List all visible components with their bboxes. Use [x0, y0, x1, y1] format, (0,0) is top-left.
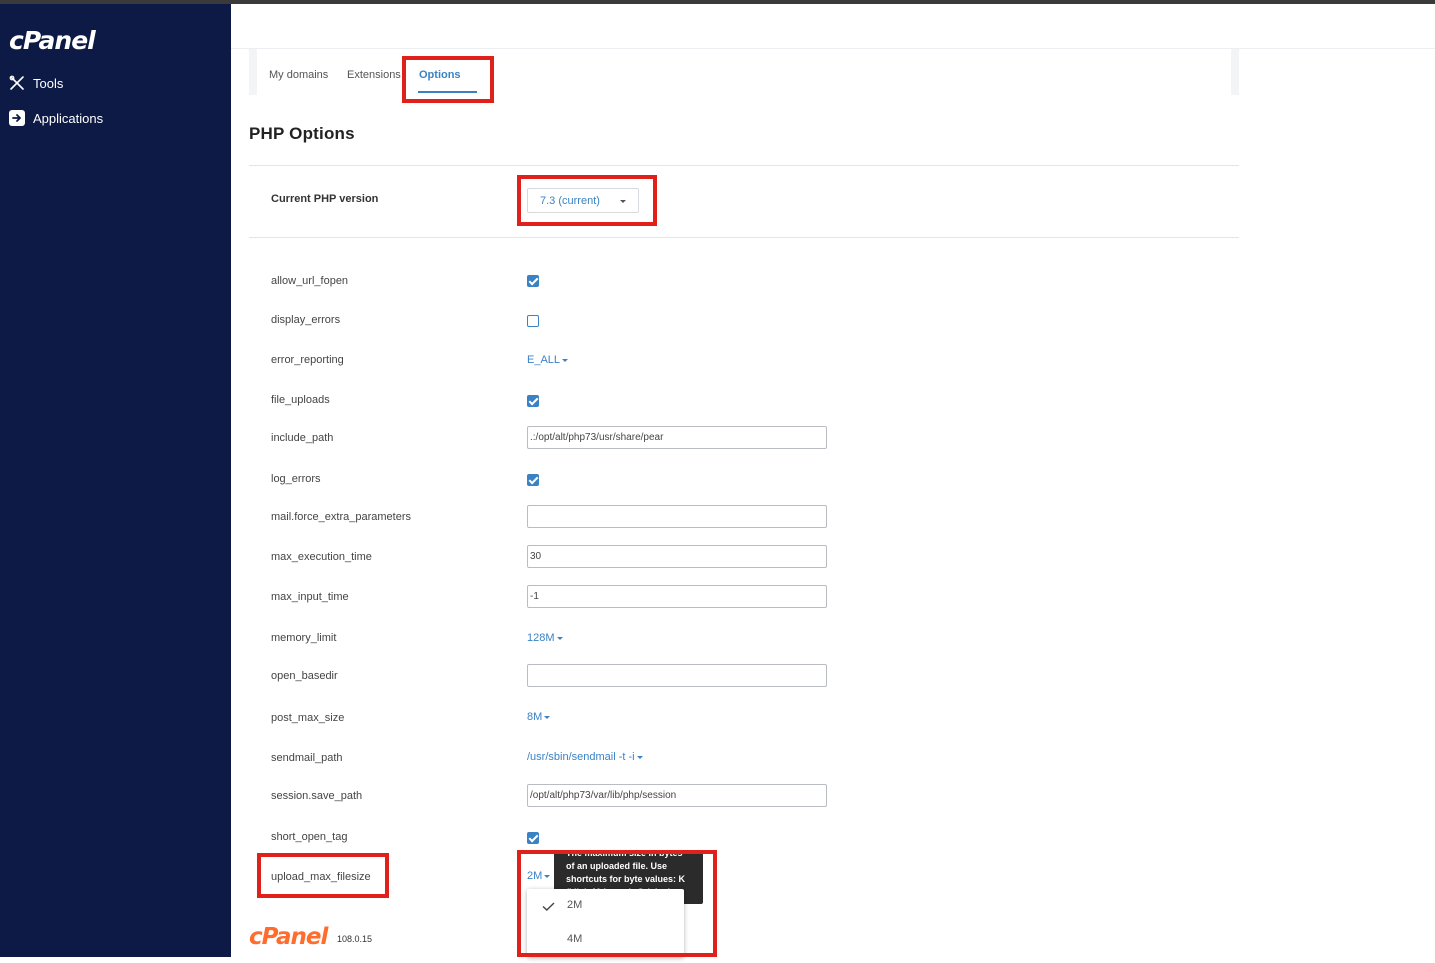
open-basedir-input[interactable] [527, 664, 827, 687]
caret-down-icon [544, 715, 551, 719]
memory-limit-dropdown[interactable]: 128M [527, 632, 563, 644]
sidebar-item-tools[interactable]: Tools [8, 72, 63, 94]
divider [249, 165, 1239, 166]
menu-item-label: 2M [567, 899, 583, 911]
applications-icon [8, 109, 26, 127]
dropdown-value: E_ALL [527, 354, 561, 366]
option-label: display_errors [271, 314, 341, 326]
sidebar-item-label: Tools [33, 75, 64, 91]
option-label: include_path [271, 432, 334, 444]
option-label: upload_max_filesize [271, 871, 371, 883]
tools-icon [8, 74, 26, 92]
caret-down-icon [636, 755, 643, 759]
dropdown-value: 128M [527, 632, 555, 644]
allow-url-fopen-checkbox[interactable] [527, 275, 539, 287]
option-label: sendmail_path [271, 752, 343, 764]
active-tab-indicator [418, 91, 477, 93]
tab-my-domains[interactable]: My domains [269, 69, 328, 81]
max-execution-time-input[interactable] [527, 545, 827, 568]
php-version-select[interactable]: 7.3 (current) [527, 188, 639, 213]
option-label: post_max_size [271, 712, 345, 724]
divider [249, 237, 1239, 238]
mail-force-extra-parameters-input[interactable] [527, 505, 827, 528]
sidebar-item-applications[interactable]: Applications [8, 107, 103, 129]
dropdown-value: 2M [527, 870, 543, 882]
option-label: allow_url_fopen [271, 275, 349, 287]
post-max-size-dropdown[interactable]: 8M [527, 711, 551, 723]
caret-down-icon [556, 636, 563, 640]
short-open-tag-checkbox[interactable] [527, 832, 539, 844]
upload-size-menu: 2M 4M [527, 889, 684, 957]
caret-down-icon [620, 200, 626, 203]
current-php-version-label: Current PHP version [271, 193, 379, 205]
cpanel-logo[interactable]: cPanel [9, 26, 96, 55]
option-label: session.save_path [271, 790, 363, 802]
dropdown-value: 8M [527, 711, 543, 723]
menu-item-label: 4M [567, 933, 583, 945]
sendmail-path-dropdown[interactable]: /usr/sbin/sendmail -t -i [527, 751, 643, 763]
checkmark-icon [542, 902, 555, 911]
menu-item-4m[interactable]: 4M [527, 933, 684, 963]
footer-cpanel-logo: cPanel [249, 924, 328, 950]
session-save-path-input[interactable] [527, 784, 827, 807]
option-label: short_open_tag [271, 831, 348, 843]
menu-item-2m[interactable]: 2M [527, 899, 684, 929]
display-errors-checkbox[interactable] [527, 315, 539, 327]
sidebar: cPanel Tools Applications [0, 4, 231, 957]
include-path-input[interactable] [527, 426, 827, 449]
max-input-time-input[interactable] [527, 585, 827, 608]
option-label: error_reporting [271, 354, 344, 366]
option-label: max_execution_time [271, 551, 372, 563]
tab-options[interactable]: Options [419, 69, 461, 81]
option-label: memory_limit [271, 632, 337, 644]
upload-max-filesize-dropdown[interactable]: 2M [527, 870, 551, 882]
caret-down-icon [544, 874, 551, 878]
tab-bar: My domains Extensions Options [249, 49, 1239, 95]
tab-extensions[interactable]: Extensions [347, 69, 401, 81]
php-version-value: 7.3 (current) [540, 195, 600, 207]
option-label: file_uploads [271, 394, 330, 406]
file-uploads-checkbox[interactable] [527, 395, 539, 407]
sidebar-item-label: Applications [33, 110, 104, 126]
top-header [231, 4, 1435, 49]
option-label: mail.force_extra_parameters [271, 511, 412, 523]
log-errors-checkbox[interactable] [527, 474, 539, 486]
page-title: PHP Options [249, 124, 355, 143]
error-reporting-dropdown[interactable]: E_ALL [527, 354, 569, 366]
option-label: open_basedir [271, 670, 338, 682]
caret-down-icon [562, 358, 569, 362]
footer-version: 108.0.15 [337, 934, 373, 944]
dropdown-value: /usr/sbin/sendmail -t -i [527, 751, 635, 763]
option-label: max_input_time [271, 591, 349, 603]
option-label: log_errors [271, 473, 321, 485]
